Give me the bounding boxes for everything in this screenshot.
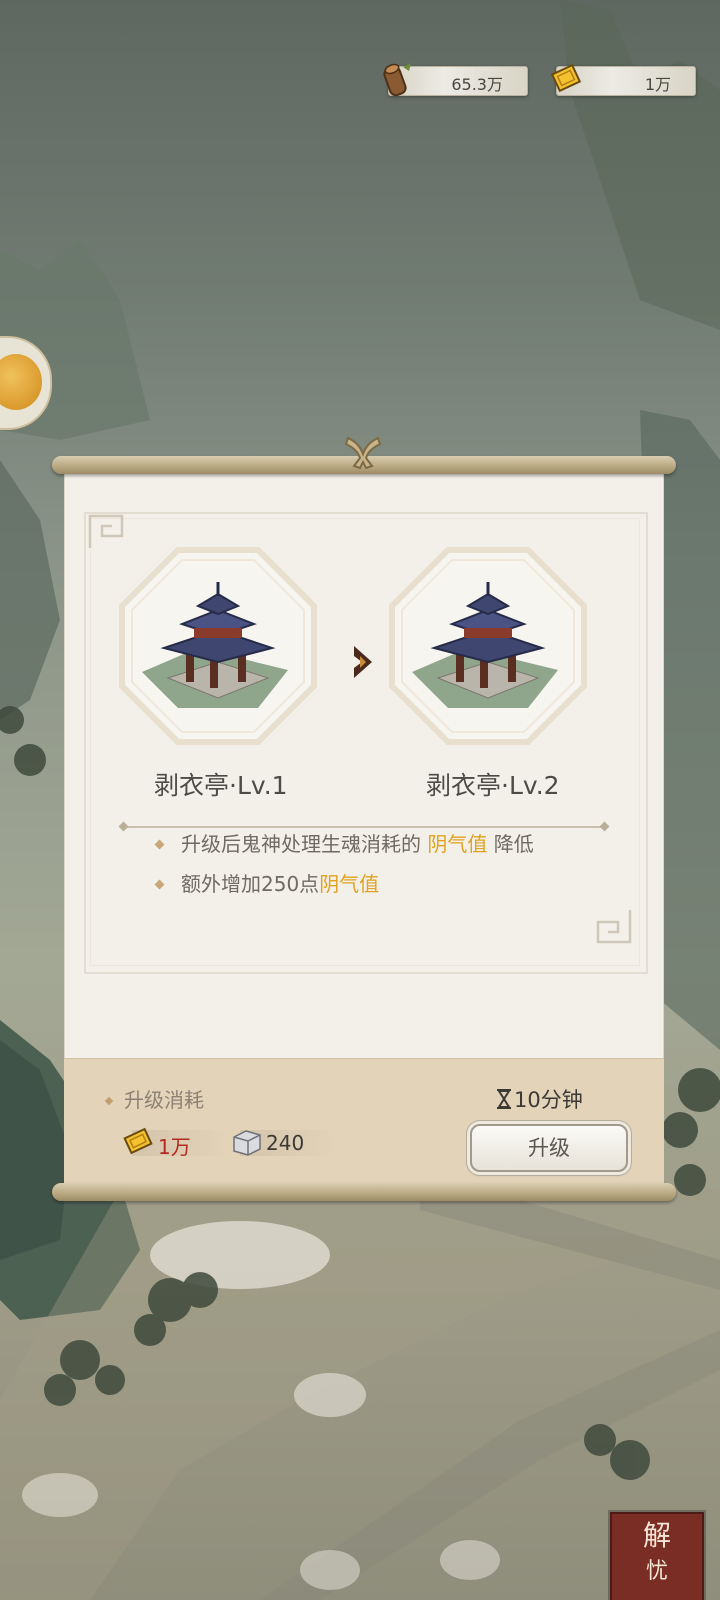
gold-resource[interactable]: 1万 xyxy=(550,63,696,96)
cost-title-text: 升级消耗 xyxy=(124,1088,204,1112)
gold-ticket-icon xyxy=(550,63,582,93)
pavilion-lv2-image xyxy=(412,582,558,708)
cost-stone-value: 240 xyxy=(266,1131,305,1155)
wood-log-icon xyxy=(383,63,411,97)
effect-line-2: 额外增加250点阴气值 xyxy=(154,868,380,897)
seal-stamp[interactable]: 解 忧 xyxy=(610,1512,704,1600)
seal-char-1: 解 xyxy=(642,1519,671,1552)
fret-corner-icon xyxy=(88,514,124,548)
scroll-rod-bottom xyxy=(52,1183,676,1201)
gold-ticket-icon xyxy=(123,1127,153,1155)
game-scene: 65.3万 1万 剥衣亭·Lv.1 剥衣亭·Lv.2 升级后鬼神处理生魂消耗的 … xyxy=(0,0,720,1600)
bullet-diamond-icon xyxy=(154,879,165,890)
upgrade-button[interactable]: 升级 xyxy=(470,1124,628,1172)
bullet-diamond-icon xyxy=(154,839,165,850)
effect-1-text: 升级后鬼神处理生魂消耗的 xyxy=(181,832,428,856)
seal-char-2: 忧 xyxy=(645,1559,668,1584)
wood-resource[interactable]: 65.3万 xyxy=(383,63,528,97)
hourglass-icon xyxy=(497,1089,511,1109)
cost-title: 升级消耗 xyxy=(104,1084,204,1113)
effect-2-text: 额外增加250点 xyxy=(181,872,320,896)
upgrade-time-text: 10分钟 xyxy=(514,1088,583,1112)
current-level-label: 剥衣亭·Lv.1 xyxy=(154,771,288,800)
effect-1-suffix: 降低 xyxy=(487,832,534,856)
effect-1-highlight: 阴气值 xyxy=(427,832,488,856)
effect-line-1: 升级后鬼神处理生魂消耗的 阴气值 降低 xyxy=(154,828,534,857)
next-level-label: 剥衣亭·Lv.2 xyxy=(426,771,560,800)
coin-icon xyxy=(0,354,42,410)
gold-value: 1万 xyxy=(644,75,671,94)
effect-2-highlight: 阴气值 xyxy=(319,872,380,896)
cost-gold-value: 1万 xyxy=(158,1135,191,1159)
fret-corner-icon xyxy=(596,910,632,944)
stone-block-icon xyxy=(233,1130,261,1156)
pavilion-lv1-image xyxy=(142,582,288,708)
upgrade-time: 10分钟 xyxy=(496,1084,583,1114)
bullet-diamond-icon xyxy=(104,1096,114,1106)
chevron-right-icon xyxy=(354,646,372,678)
scroll-knot-icon xyxy=(344,436,382,470)
wood-value: 65.3万 xyxy=(451,75,503,94)
